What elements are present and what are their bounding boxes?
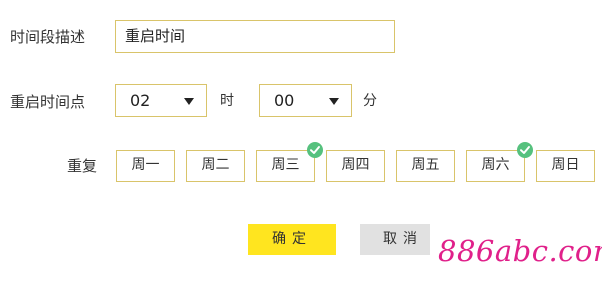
repeat-label: 重复 <box>67 157 98 175</box>
day-friday[interactable]: 周五 <box>396 150 455 182</box>
day-label: 周五 <box>411 157 440 173</box>
check-icon <box>517 142 533 158</box>
description-label: 时间段描述 <box>10 28 86 46</box>
day-sunday[interactable]: 周日 <box>536 150 595 182</box>
day-label: 周六 <box>481 157 510 173</box>
minute-select[interactable]: 00 <box>259 84 352 117</box>
chevron-down-icon <box>329 98 339 105</box>
minute-select-value: 00 <box>274 91 295 110</box>
ok-button[interactable]: 确定 <box>248 224 336 255</box>
hour-select-value: 02 <box>130 91 151 110</box>
time-label: 重启时间点 <box>10 93 86 111</box>
day-label: 周一 <box>131 157 160 173</box>
description-input[interactable]: 重启时间 <box>115 20 395 53</box>
minute-unit: 分 <box>363 93 377 109</box>
day-tuesday[interactable]: 周二 <box>186 150 245 182</box>
watermark-text: 886abc.com <box>438 234 602 268</box>
day-label: 周二 <box>201 157 230 173</box>
day-monday[interactable]: 周一 <box>116 150 175 182</box>
day-saturday[interactable]: 周六 <box>466 142 533 182</box>
day-thursday[interactable]: 周四 <box>326 150 385 182</box>
watermark: 886abc.com <box>430 213 602 295</box>
day-wednesday[interactable]: 周三 <box>256 142 323 182</box>
hour-unit: 时 <box>220 93 234 109</box>
chevron-down-icon <box>184 98 194 105</box>
check-icon <box>307 142 323 158</box>
day-label: 周四 <box>341 157 370 173</box>
hour-select[interactable]: 02 <box>115 84 207 117</box>
day-label: 周日 <box>551 157 580 173</box>
day-label: 周三 <box>271 157 300 173</box>
